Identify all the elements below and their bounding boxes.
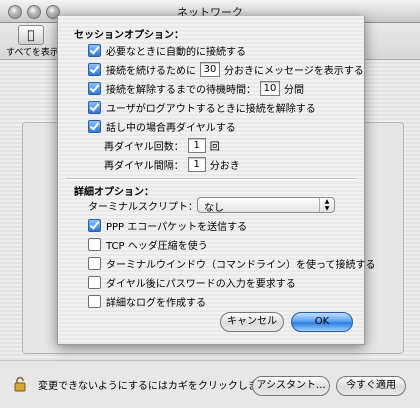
terminal-script-select[interactable]: なし ▲ ▼ bbox=[197, 197, 335, 214]
logout-disconnect-checkbox[interactable] bbox=[88, 100, 101, 114]
apple-icon[interactable]:  bbox=[18, 25, 44, 45]
auto-connect-checkbox[interactable] bbox=[88, 43, 101, 57]
redial-count-unit: 回 bbox=[209, 141, 220, 153]
option-idle-disconnect[interactable]: 接続を解除するまでの待機時間： 10 分間 bbox=[88, 80, 304, 96]
terminal-window-checkbox[interactable] bbox=[88, 256, 101, 270]
verbose-log-checkbox[interactable] bbox=[88, 294, 101, 308]
option-label: 詳細なログを作成する bbox=[106, 297, 206, 309]
option-label: 接続を続けるために bbox=[106, 65, 196, 77]
option-prompt-password[interactable]: ダイヤル後にパスワードの入力を要求する bbox=[88, 275, 296, 290]
keepalive-minutes-field[interactable]: 30 bbox=[200, 61, 220, 77]
ok-button[interactable]: OK bbox=[291, 312, 353, 332]
option-label: 接続を解除するまでの待機時間： bbox=[106, 84, 256, 96]
redial-checkbox[interactable] bbox=[88, 119, 101, 133]
option-keepalive-message[interactable]: 接続を続けるために 30 分おきにメッセージを表示する bbox=[88, 61, 364, 77]
option-terminal-window[interactable]: ターミナルウインドウ（コマンドライン）を使って接続する bbox=[88, 256, 376, 271]
chevron-updown-icon: ▲ ▼ bbox=[319, 198, 334, 212]
keepalive-checkbox[interactable] bbox=[88, 62, 101, 76]
section-advanced-options: 詳細オプション： bbox=[74, 187, 154, 198]
redial-interval-field[interactable]: 1 bbox=[187, 156, 206, 172]
section-divider bbox=[66, 178, 356, 180]
option-ppp-echo[interactable]: PPP エコーパケットを送信する bbox=[88, 218, 248, 233]
tcp-compression-checkbox[interactable] bbox=[88, 237, 101, 251]
option-label: ユーザがログアウトするときに接続を解除する bbox=[106, 103, 316, 115]
option-redial-if-busy[interactable]: 話し中の場合再ダイヤルする bbox=[88, 119, 236, 134]
option-label: 分間 bbox=[284, 84, 304, 96]
redial-count-field[interactable]: 1 bbox=[187, 137, 206, 153]
idle-minutes-field[interactable]: 10 bbox=[260, 80, 280, 96]
ppp-echo-checkbox[interactable] bbox=[88, 218, 101, 232]
option-label: TCP ヘッダ圧縮を使う bbox=[106, 240, 208, 252]
redial-count-row: 再ダイヤル回数： 1 回 bbox=[104, 137, 220, 153]
redial-interval-row: 再ダイヤル間隔： 1 分おき bbox=[104, 156, 240, 172]
cancel-button[interactable]: キャンセル bbox=[220, 312, 284, 332]
option-tcp-header-compression[interactable]: TCP ヘッダ圧縮を使う bbox=[88, 237, 208, 252]
show-all-button[interactable]: すべてを表示 bbox=[6, 45, 59, 58]
option-label: 話し中の場合再ダイヤルする bbox=[106, 122, 236, 134]
option-label: ターミナルウインドウ（コマンドライン）を使って接続する bbox=[106, 259, 376, 271]
redial-count-label: 再ダイヤル回数： bbox=[104, 141, 184, 153]
prompt-password-checkbox[interactable] bbox=[88, 275, 101, 289]
idle-disconnect-checkbox[interactable] bbox=[88, 81, 101, 95]
redial-interval-label: 再ダイヤル間隔： bbox=[104, 160, 184, 172]
lock-icon[interactable] bbox=[14, 376, 26, 392]
option-logout-disconnect[interactable]: ユーザがログアウトするときに接続を解除する bbox=[88, 100, 316, 115]
assistant-button[interactable]: アシスタント... bbox=[252, 376, 330, 396]
section-session-options: セッションオプション： bbox=[74, 30, 184, 41]
option-label: PPP エコーパケットを送信する bbox=[106, 221, 248, 233]
apply-now-button[interactable]: 今すぐ適用 bbox=[336, 376, 406, 396]
terminal-script-label: ターミナルスクリプト： bbox=[88, 201, 198, 213]
terminal-script-value: なし bbox=[204, 203, 224, 214]
option-label: 必要なときに自動的に接続する bbox=[106, 46, 246, 58]
redial-interval-unit: 分おき bbox=[209, 160, 240, 172]
option-label: ダイヤル後にパスワードの入力を要求する bbox=[106, 278, 296, 290]
option-auto-connect[interactable]: 必要なときに自動的に接続する bbox=[88, 43, 246, 58]
option-verbose-log[interactable]: 詳細なログを作成する bbox=[88, 294, 206, 309]
session-options-sheet: セッションオプション： 必要なときに自動的に接続する 接続を続けるために 30 … bbox=[57, 16, 376, 345]
lock-message: 変更できないようにするにはカギをクリックします。 bbox=[38, 381, 277, 392]
option-label: 分おきにメッセージを表示する bbox=[224, 65, 364, 77]
